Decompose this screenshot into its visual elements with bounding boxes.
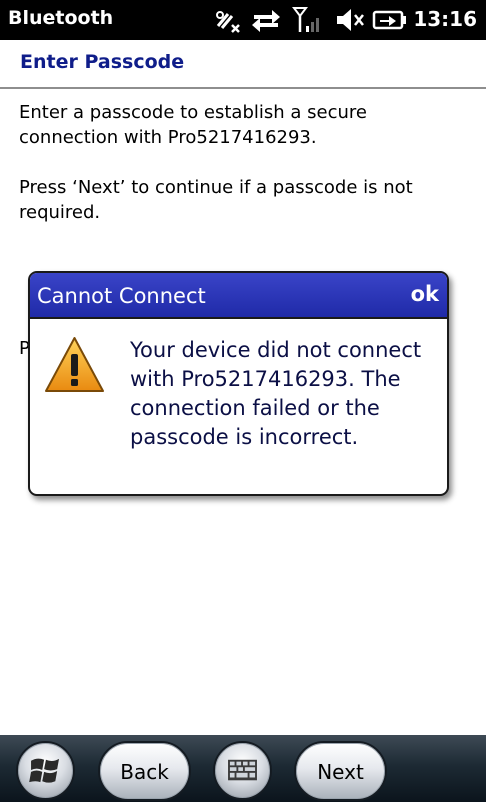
volume-muted-icon[interactable] <box>335 6 365 34</box>
clock: 13:16 <box>413 7 477 31</box>
windows-logo-icon <box>29 758 60 783</box>
page-header: Enter Passcode <box>0 40 486 89</box>
skip-passcode-text: Press ‘Next’ to continue if a passcode i… <box>19 177 413 223</box>
next-button[interactable]: Next <box>294 741 387 801</box>
dialog-titlebar: Cannot Connect ok <box>30 273 447 319</box>
cannot-connect-dialog: Cannot Connect ok Your device did not co… <box>28 271 449 496</box>
ok-button[interactable]: ok <box>411 282 439 306</box>
start-button[interactable] <box>16 741 75 800</box>
no-data-icon[interactable] <box>212 6 242 34</box>
instruction-text: Enter a passcode to establish a secure c… <box>19 102 367 148</box>
app-title: Bluetooth <box>8 7 114 29</box>
keyboard-icon <box>228 759 257 781</box>
status-bar: Bluetooth 13:16 <box>0 0 486 40</box>
warning-icon <box>45 337 104 392</box>
page-title: Enter Passcode <box>20 51 185 73</box>
data-arrows-icon[interactable] <box>250 6 282 34</box>
signal-icon[interactable] <box>292 6 320 34</box>
back-button[interactable]: Back <box>98 741 191 801</box>
keyboard-button[interactable] <box>213 741 272 800</box>
battery-charging-icon[interactable] <box>372 6 408 34</box>
dialog-message: Your device did not connect with Pro5217… <box>130 338 422 449</box>
dialog-title: Cannot Connect <box>37 284 206 308</box>
